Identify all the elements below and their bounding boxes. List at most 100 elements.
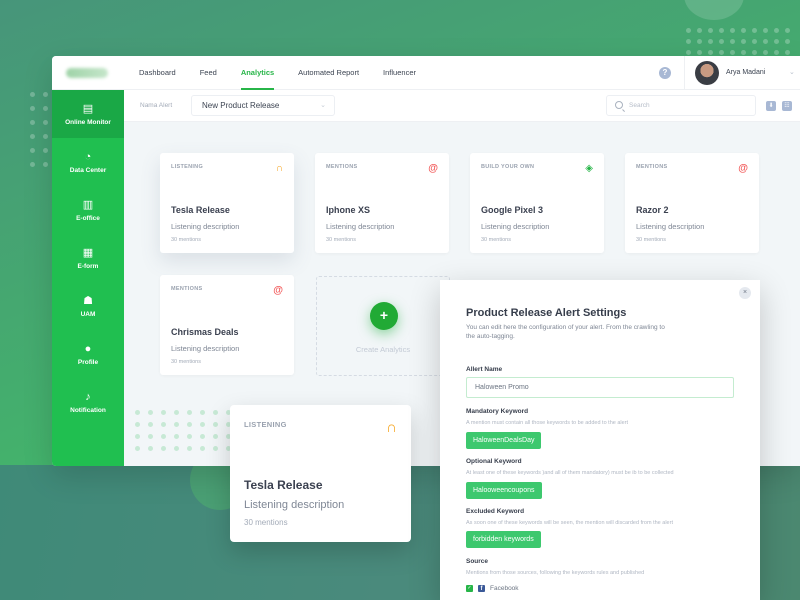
chevron-down-icon: ⌄ (320, 102, 326, 109)
sidebar-item-e-office[interactable]: ▥ E-office (52, 186, 124, 234)
excluded-keyword-tag[interactable]: forbidden keywords (466, 531, 541, 548)
dot (763, 28, 768, 33)
dot (213, 446, 218, 451)
create-analytics-placeholder[interactable]: + Create Analytics (316, 276, 450, 376)
dot (30, 106, 35, 111)
search-input[interactable]: Search (606, 95, 756, 116)
decorative-dots (686, 28, 790, 55)
headphones-icon: ∩ (275, 163, 283, 174)
nav-influencer[interactable]: Influencer (371, 56, 428, 90)
nav-analytics[interactable]: Analytics (229, 56, 286, 90)
user-menu[interactable]: Arya Madani ⌄ (684, 56, 800, 90)
dot (774, 28, 779, 33)
dot (174, 422, 179, 427)
dot (708, 28, 713, 33)
dot (135, 422, 140, 427)
alert-select-label: Nama Alert (140, 102, 173, 109)
analytics-card[interactable]: LISTENING ∩ Tesla Release Listening desc… (160, 153, 294, 253)
help-icon[interactable]: ? (659, 67, 671, 79)
nav-feed[interactable]: Feed (188, 56, 229, 90)
card-type: MENTIONS (171, 286, 203, 292)
analytics-card[interactable]: MENTIONS @ Chrismas Deals Listening desc… (160, 275, 294, 375)
modal-subtitle: You can edit here the configuration of y… (466, 324, 665, 340)
card-type: MENTIONS (636, 164, 668, 170)
optional-keyword-label: Optional Keyword (466, 458, 522, 465)
layers-icon: ◈ (585, 163, 593, 174)
dot (719, 28, 724, 33)
dot (148, 410, 153, 415)
alert-select[interactable]: New Product Release ⌄ (191, 95, 335, 116)
dot (200, 422, 205, 427)
dot (148, 422, 153, 427)
download-icon[interactable]: ⬇ (766, 101, 776, 111)
search-icon (615, 101, 623, 109)
main-nav: Dashboard Feed Analytics Automated Repor… (127, 56, 428, 90)
card-type: MENTIONS (326, 164, 358, 170)
facebook-checkbox[interactable]: ✓ (466, 585, 473, 592)
dot (187, 422, 192, 427)
dot (697, 39, 702, 44)
alert-name-input[interactable]: Haloween Promo (466, 377, 734, 398)
dot (741, 28, 746, 33)
dot (161, 422, 166, 427)
dot (730, 50, 735, 55)
dot (752, 50, 757, 55)
card-description: Listening description (171, 344, 240, 353)
decorative-circle (684, 0, 744, 20)
dot (30, 148, 35, 153)
analytics-card[interactable]: BUILD YOUR OWN ◈ Google Pixel 3 Listenin… (470, 153, 604, 253)
dot (697, 50, 702, 55)
sidebar-item-notification[interactable]: ♪ Notification (52, 378, 124, 426)
analytics-card[interactable]: MENTIONS @ Razor 2 Listening description… (625, 153, 759, 253)
dot (213, 410, 218, 415)
sidebar-item-uam[interactable]: ☗ UAM (52, 282, 124, 330)
sidebar-item-profile[interactable]: ● Profile (52, 330, 124, 378)
dot (200, 410, 205, 415)
nav-dashboard[interactable]: Dashboard (127, 56, 188, 90)
create-analytics-button[interactable]: + (370, 302, 398, 330)
bell-icon: ♪ (85, 390, 91, 403)
card-description: Listening description (244, 499, 345, 511)
analytics-card[interactable]: MENTIONS @ Iphone XS Listening descripti… (315, 153, 449, 253)
sidebar-item-label: E-office (76, 214, 100, 222)
sidebar: ▤ Online Monitor ◔ Data Center ▥ E-offic… (52, 90, 124, 466)
sidebar-item-label: Data Center (69, 166, 107, 174)
sidebar-item-data-center[interactable]: ◔ Data Center (52, 138, 124, 186)
card-title: Iphone XS (326, 205, 371, 215)
card-title: Google Pixel 3 (481, 205, 544, 215)
dot (30, 134, 35, 139)
sidebar-item-label: Profile (77, 358, 99, 366)
mandatory-keyword-help: A mention must contain all those keyword… (466, 420, 629, 426)
sidebar-item-online-monitor[interactable]: ▤ Online Monitor (52, 90, 124, 138)
chevron-down-icon[interactable]: ⌄ (789, 56, 795, 90)
document-icon: ▦ (82, 246, 94, 259)
sidebar-item-e-form[interactable]: ▦ E-form (52, 234, 124, 282)
excluded-keyword-help: As soon one of these keywords will be se… (466, 520, 673, 526)
nav-automated-report[interactable]: Automated Report (286, 56, 371, 90)
dot (763, 39, 768, 44)
card-title: Razor 2 (636, 205, 669, 215)
card-count: 30 mentions (481, 237, 511, 243)
dot (187, 434, 192, 439)
floating-analytics-card[interactable]: LISTENING ∩ Tesla Release Listening desc… (230, 405, 411, 542)
close-icon[interactable]: × (739, 287, 751, 299)
dot (785, 28, 790, 33)
dot (30, 92, 35, 97)
optional-keyword-help: At least one of these keywords )and all … (466, 470, 674, 476)
dot (708, 39, 713, 44)
mandatory-keyword-tag[interactable]: HaloweenDealsDay (466, 432, 542, 449)
excluded-keyword-label: Excluded Keyword (466, 508, 525, 515)
source-item-facebook: ✓ f Facebook (466, 585, 519, 592)
source-label: Source (466, 558, 489, 565)
card-title: Tesla Release (244, 478, 323, 492)
card-title: Chrismas Deals (171, 327, 239, 337)
logo (66, 68, 108, 78)
card-title: Tesla Release (171, 205, 230, 215)
optional-keyword-tag[interactable]: Halooweencoupons (466, 482, 542, 499)
sidebar-item-label: UAM (80, 310, 96, 318)
card-count: 30 mentions (171, 359, 201, 365)
at-icon: @ (738, 163, 748, 174)
dot (200, 434, 205, 439)
alert-name-label: Allert Name (466, 366, 503, 373)
settings-sliders-icon[interactable]: ☷ (782, 101, 792, 111)
